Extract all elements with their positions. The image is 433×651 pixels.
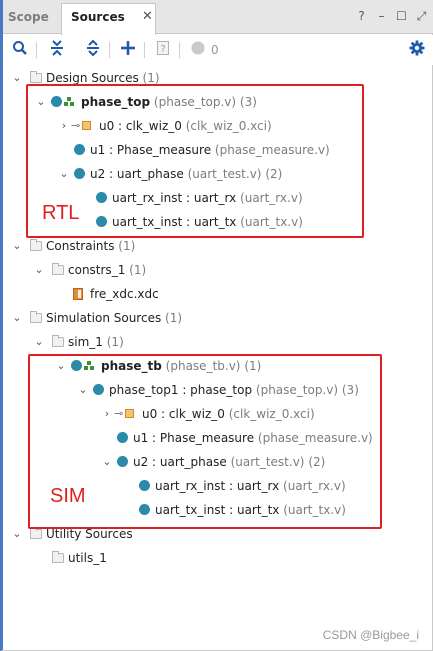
tree-label: Constraints (1) [46, 236, 135, 256]
search-icon[interactable] [10, 40, 30, 60]
tab-sources[interactable]: Sources ✕ [61, 3, 156, 35]
rtl-annotation: RTL [42, 202, 80, 224]
sim-annotation: SIM [50, 485, 86, 507]
tree-label-text: sim_1 [68, 335, 103, 349]
folder-icon [30, 71, 42, 83]
toolbar-separator [179, 42, 180, 58]
tree-row-utils-1[interactable]: utils_1 [49, 548, 249, 568]
tree-label-text: fre_xdc.xdc [90, 287, 159, 301]
tree-label-text: constrs_1 [68, 263, 126, 277]
expand-all-icon[interactable] [83, 39, 103, 60]
svg-text:?: ? [160, 44, 165, 55]
gear-icon[interactable] [407, 40, 427, 60]
hidden-sources-count: 0 [211, 43, 219, 57]
tab-scope[interactable]: Scope [8, 4, 49, 34]
tree-label: sim_1 (1) [68, 332, 124, 352]
chevron-down-icon[interactable]: ⌄ [12, 68, 22, 88]
tree-row-sim-1[interactable]: ⌄ sim_1 (1) [34, 332, 234, 352]
folder-icon [52, 335, 64, 347]
tree-count: (1) [129, 263, 147, 277]
collapse-all-icon[interactable] [47, 40, 67, 60]
folder-icon [30, 311, 42, 323]
tree-label-text: utils_1 [68, 551, 107, 565]
folder-icon [52, 551, 64, 563]
tree-count: (1) [142, 71, 160, 85]
window-controls: ? – ☐ ⤢ [356, 9, 427, 24]
tree-label-text: Constraints [46, 239, 115, 253]
chevron-down-icon[interactable]: ⌄ [34, 260, 44, 280]
tree-row-simulation-sources[interactable]: ⌄ Simulation Sources (1) [12, 308, 232, 328]
tree-label: constrs_1 (1) [68, 260, 146, 280]
maximize-icon[interactable]: ⤢ [416, 9, 427, 24]
tree-row-constrs-1[interactable]: ⌄ constrs_1 (1) [34, 260, 234, 280]
tree-row-constraints[interactable]: ⌄ Constraints (1) [12, 236, 212, 256]
tab-bar: Scope Sources ✕ ? – ☐ ⤢ [3, 0, 433, 35]
folder-icon [30, 239, 42, 251]
tab-sources-label: Sources [71, 10, 125, 24]
tree-count: (1) [165, 311, 183, 325]
tree-count: (1) [118, 239, 136, 253]
watermark: CSDN @Bigbee_i [322, 628, 419, 642]
tree-label-text: Simulation Sources [46, 311, 162, 325]
hidden-sources-icon[interactable] [188, 40, 208, 60]
help-icon[interactable]: ? [356, 9, 367, 24]
chevron-down-icon[interactable]: ⌄ [12, 524, 22, 544]
close-icon[interactable]: ✕ [142, 4, 153, 30]
minimize-icon[interactable]: – [376, 9, 387, 24]
toolbar: ? 0 [3, 35, 433, 65]
folder-icon [30, 527, 42, 539]
restore-icon[interactable]: ☐ [396, 9, 407, 24]
chevron-down-icon[interactable]: ⌄ [12, 308, 22, 328]
chevron-down-icon[interactable]: ⌄ [34, 332, 44, 352]
folder-icon [52, 263, 64, 275]
toolbar-separator [36, 42, 37, 58]
add-sources-icon[interactable] [118, 40, 138, 60]
tree-label: Simulation Sources (1) [46, 308, 182, 328]
toolbar-separator [144, 42, 145, 58]
properties-icon[interactable]: ? [153, 40, 173, 60]
tree-label-text: Design Sources [46, 71, 139, 85]
tree-count: (1) [106, 335, 124, 349]
toolbar-separator [109, 42, 110, 58]
constraint-file-icon [73, 288, 83, 300]
tree-row-fre-xdc[interactable]: fre_xdc.xdc [73, 284, 273, 304]
chevron-down-icon[interactable]: ⌄ [12, 236, 22, 256]
